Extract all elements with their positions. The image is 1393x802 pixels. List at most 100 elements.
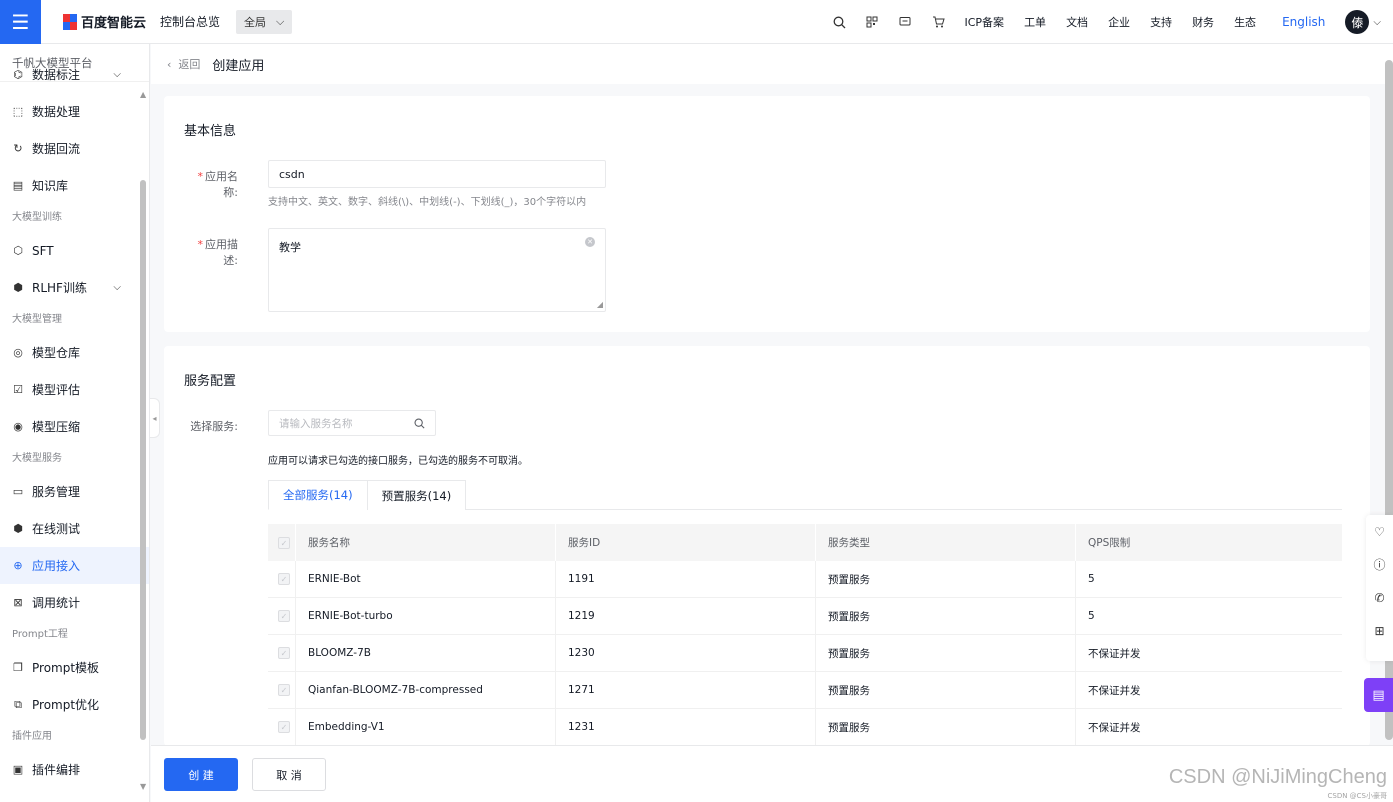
sidebar-item-call-stats[interactable]: ⊠ 调用统计	[0, 584, 149, 621]
sidebar-item-prompt-template[interactable]: ❐ Prompt模板	[0, 649, 149, 686]
sidebar-item-model-compress[interactable]: ◉ 模型压缩	[0, 408, 149, 445]
app-name-input[interactable]: csdn	[268, 160, 606, 188]
console-overview-link[interactable]: 控制台总览	[160, 13, 220, 30]
sidebar-item-label: RLHF训练	[32, 281, 87, 295]
sidebar-item-service-manage[interactable]: ▭ 服务管理	[0, 473, 149, 510]
clear-icon[interactable]: ✕	[585, 237, 595, 247]
sidebar-item-plugin-orchestrate[interactable]: ▣ 插件编排	[0, 751, 149, 788]
sidebar-item-data-process[interactable]: ⬚ 数据处理	[0, 93, 149, 130]
row-checkbox[interactable]: ✓	[278, 721, 290, 733]
sidebar-item-data-annotation[interactable]: ⌬ 数据标注 ⌵	[0, 56, 149, 93]
cart-icon[interactable]	[922, 16, 955, 28]
service-icon: ▭	[12, 484, 24, 498]
qrcode-icon[interactable]	[856, 16, 889, 28]
cloud-logo-icon	[63, 13, 77, 30]
sidebar-item-model-eval[interactable]: ☑ 模型评估	[0, 371, 149, 408]
sidebar-group-plugin: 插件应用	[12, 731, 52, 742]
floating-toolbar: ♡ ⓘ ✆ ⊞	[1366, 515, 1393, 661]
apps-grid-icon[interactable]: ⊞	[1366, 614, 1393, 647]
avatar[interactable]: 傣	[1345, 10, 1370, 34]
sidebar: 千帆大模型平台 ⌬ 数据标注 ⌵ ⬚ 数据处理 ↻ 数据回流 ▤ 知识库 大模型…	[0, 44, 150, 802]
basic-info-title: 基本信息	[184, 124, 237, 139]
chevron-down-icon: ⌵	[113, 282, 121, 293]
sidebar-item-prompt-optimize[interactable]: ⧉ Prompt优化	[0, 686, 149, 723]
page-header: ‹ 返回 创建应用	[151, 44, 1393, 84]
language-switch[interactable]: English	[1282, 15, 1325, 29]
book-icon: ▤	[12, 178, 24, 192]
sidebar-collapse-button[interactable]: ◂	[150, 398, 160, 438]
search-icon[interactable]	[414, 417, 425, 429]
nav-link-docs[interactable]: 文档	[1066, 14, 1088, 30]
cell-name: ERNIE-Bot	[296, 561, 556, 597]
chat-icon[interactable]: ▤	[1364, 678, 1393, 712]
select-all-checkbox[interactable]: ✓	[278, 536, 290, 549]
scroll-up-icon[interactable]: ▲	[140, 90, 146, 99]
row-checkbox[interactable]: ✓	[278, 684, 290, 696]
table-row: ✓ ERNIE-Bot-turbo 1219 预置服务 5	[268, 598, 1342, 635]
cell-qps: 不保证并发	[1088, 721, 1141, 734]
sidebar-item-online-test[interactable]: ⬢ 在线测试	[0, 510, 149, 547]
cell-type: 预置服务	[816, 709, 1076, 745]
watermark: CSDN @NiJiMingCheng	[1168, 766, 1387, 788]
cell-qps: 不保证并发	[1088, 647, 1141, 660]
back-link[interactable]: ‹ 返回	[167, 56, 200, 72]
create-button[interactable]: 创 建	[164, 758, 238, 791]
sidebar-scrollbar[interactable]	[140, 180, 146, 740]
cell-id: 1230	[556, 635, 816, 671]
phone-icon[interactable]: ✆	[1366, 581, 1393, 614]
region-select[interactable]: 全局 ⌵	[236, 9, 293, 34]
sidebar-group-manage: 大模型管理	[12, 314, 62, 325]
sidebar-item-rlhf[interactable]: ⬢ RLHF训练 ⌵	[0, 269, 149, 306]
cell-type: 预置服务	[816, 598, 1076, 634]
help-icon[interactable]: ⓘ	[1366, 548, 1393, 581]
cell-type: 预置服务	[816, 561, 1076, 597]
column-header-name: 服务名称	[296, 524, 556, 561]
cell-type: 预置服务	[816, 672, 1076, 708]
tab-preset-services[interactable]: 预置服务(14)	[366, 480, 467, 510]
nav-link-finance[interactable]: 财务	[1192, 14, 1214, 30]
nav-link-support[interactable]: 支持	[1150, 14, 1172, 30]
nav-link-ticket[interactable]: 工单	[1024, 14, 1046, 30]
top-bar: ☰ 百度智能云 控制台总览 全局 ⌵ ICP备案 工单 文档 企业 支持 财务	[0, 0, 1393, 44]
sidebar-item-data-backflow[interactable]: ↻ 数据回流	[0, 130, 149, 167]
brand-logo[interactable]: 百度智能云	[63, 12, 146, 31]
row-checkbox[interactable]: ✓	[278, 610, 290, 622]
nav-link-enterprise[interactable]: 企业	[1108, 14, 1130, 30]
watermark-small: CSDN @CS小豪哥	[1327, 792, 1387, 800]
sidebar-item-sft[interactable]: ⬡ SFT	[0, 232, 149, 269]
nav-link-icp[interactable]: ICP备案	[965, 14, 1005, 30]
menu-icon[interactable]: ☰	[0, 0, 41, 44]
sidebar-item-knowledge-base[interactable]: ▤ 知识库	[0, 167, 149, 204]
message-icon[interactable]	[889, 16, 922, 28]
chevron-down-icon[interactable]: ⌵	[1373, 17, 1381, 28]
app-name-hint: 支持中文、英文、数字、斜线(\)、中划线(-)、下划线(_)，30个字符以内	[268, 197, 587, 208]
service-config-title: 服务配置	[184, 374, 237, 389]
resize-handle-icon[interactable]: ◢	[597, 300, 603, 309]
chevron-down-icon: ⌵	[113, 69, 121, 80]
search-icon[interactable]	[823, 16, 856, 29]
row-checkbox[interactable]: ✓	[278, 573, 290, 585]
scroll-down-icon[interactable]: ▼	[140, 782, 146, 791]
cell-id: 1231	[556, 709, 816, 745]
sidebar-item-label: Prompt优化	[32, 698, 100, 712]
heart-icon[interactable]: ♡	[1366, 515, 1393, 548]
sidebar-item-model-repo[interactable]: ◎ 模型仓库	[0, 334, 149, 371]
row-checkbox[interactable]: ✓	[278, 647, 290, 659]
sidebar-item-label: 知识库	[32, 179, 69, 193]
cancel-button[interactable]: 取 消	[252, 758, 326, 791]
sidebar-group-service: 大模型服务	[12, 453, 62, 464]
column-header-type: 服务类型	[816, 524, 1076, 561]
back-label: 返回	[178, 58, 201, 71]
app-desc-textarea[interactable]: 教学 ✕ ◢	[268, 228, 606, 312]
sidebar-item-app-access[interactable]: ⊕ 应用接入	[0, 547, 149, 584]
cell-type: 预置服务	[816, 635, 1076, 671]
sidebar-item-label: 模型评估	[32, 383, 81, 397]
nav-link-ecosystem[interactable]: 生态	[1234, 14, 1256, 30]
cell-id: 1271	[556, 672, 816, 708]
cell-name: BLOOMZ-7B	[296, 635, 556, 671]
tab-all-services[interactable]: 全部服务(14)	[268, 480, 368, 510]
brand-name: 百度智能云	[81, 16, 147, 31]
service-search-input[interactable]: 请输入服务名称	[268, 410, 436, 436]
cube-icon: ⬢	[13, 280, 23, 294]
sidebar-item-label: 模型压缩	[32, 420, 81, 434]
